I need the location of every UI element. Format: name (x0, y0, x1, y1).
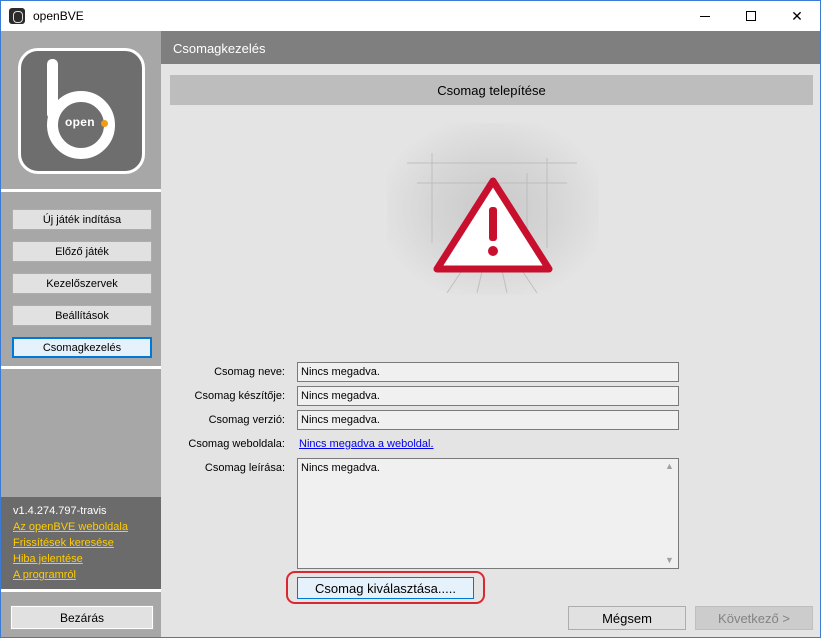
logo-text: open (65, 115, 95, 129)
scroll-down-icon[interactable]: ▼ (665, 555, 674, 565)
app-icon (9, 8, 25, 24)
openbve-logo: open (18, 48, 145, 174)
nav-previous-game-button[interactable]: Előző játék (12, 241, 152, 262)
sidebar-nav: Új játék indítása Előző játék Kezelőszer… (1, 194, 161, 366)
window-title: openBVE (33, 9, 84, 23)
description-scrollbar[interactable]: ▲ ▼ (661, 459, 678, 568)
package-name-field[interactable]: Nincs megadva. (297, 362, 679, 382)
package-author-label: Csomag készítője: (194, 390, 285, 402)
report-bug-link[interactable]: Hiba jelentése (13, 553, 83, 565)
maximize-button[interactable] (728, 1, 774, 31)
section-title: Csomag telepítése (170, 75, 813, 105)
website-link[interactable]: Az openBVE weboldala (13, 521, 128, 533)
logo-dot (101, 120, 108, 127)
page-title: Csomagkezelés (173, 41, 266, 56)
main-panel: Csomagkezelés Csomag telepítése Csomag n… (161, 31, 820, 637)
check-updates-link[interactable]: Frissítések keresése (13, 537, 114, 549)
cancel-button[interactable]: Mégsem (568, 606, 686, 630)
nav-new-game-button[interactable]: Új játék indítása (12, 209, 152, 230)
package-name-label: Csomag neve: (214, 366, 285, 378)
close-icon: ✕ (791, 7, 803, 24)
minimize-button[interactable] (682, 1, 728, 31)
sidebar-separator (1, 189, 161, 192)
title-bar: openBVE ✕ (1, 1, 820, 31)
sidebar-bottom: Bezárás (1, 592, 161, 637)
minimize-icon (700, 15, 710, 17)
main-header: Csomagkezelés (161, 31, 820, 64)
next-button[interactable]: Következő > (695, 606, 813, 630)
about-link[interactable]: A programról (13, 569, 76, 581)
sidebar-info: v1.4.274.797-travis Az openBVE weboldala… (1, 497, 161, 589)
nav-settings-button[interactable]: Beállítások (12, 305, 152, 326)
warning-triangle-icon (387, 123, 599, 295)
sidebar-separator (1, 366, 161, 369)
scroll-up-icon[interactable]: ▲ (665, 461, 674, 471)
package-website-link[interactable]: Nincs megadva a weboldal. (299, 438, 434, 450)
package-description-field[interactable]: Nincs megadva. ▲ ▼ (297, 458, 679, 569)
package-description-label: Csomag leírása: (204, 462, 285, 474)
close-button[interactable]: Bezárás (10, 605, 154, 630)
package-author-field[interactable]: Nincs megadva. (297, 386, 679, 406)
nav-controls-button[interactable]: Kezelőszervek (12, 273, 152, 294)
logo-area: open (1, 31, 161, 189)
nav-package-management-button[interactable]: Csomagkezelés (12, 337, 152, 358)
maximize-icon (746, 11, 756, 21)
package-website-label: Csomag weboldala: (188, 438, 285, 450)
sidebar: open Új játék indítása Előző játék Kezel… (1, 31, 161, 637)
app-window: openBVE ✕ open Új játék indítása Előző j… (0, 0, 821, 638)
package-description-text: Nincs megadva. (301, 462, 380, 474)
version-label: v1.4.274.797-travis (13, 505, 107, 517)
package-version-label: Csomag verzió: (208, 414, 285, 426)
highlight-annotation (286, 571, 485, 604)
package-version-field[interactable]: Nincs megadva. (297, 410, 679, 430)
close-window-button[interactable]: ✕ (774, 1, 820, 31)
